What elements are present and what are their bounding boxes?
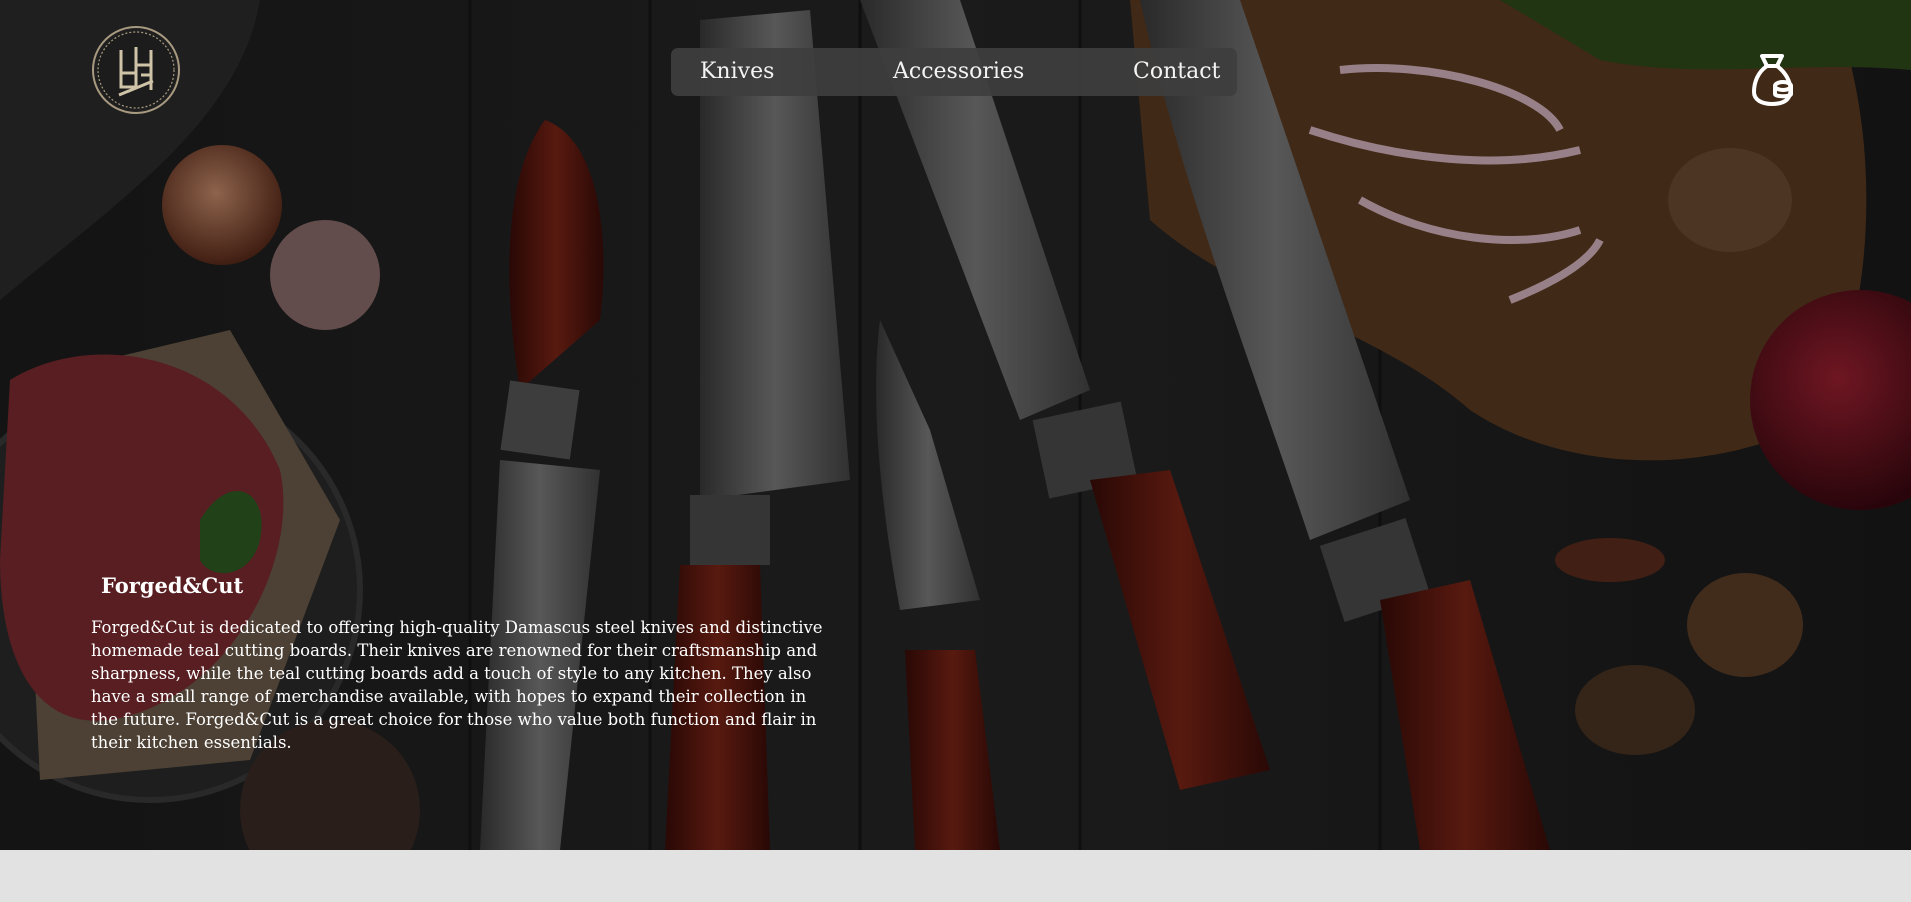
hero-section: Knives Accessories Contact Forged&Cut Fo…: [0, 0, 1911, 850]
nav-item-contact[interactable]: Contact: [1133, 48, 1220, 96]
knot-emblem-logo[interactable]: [91, 25, 181, 115]
page-footer-strip: [0, 850, 1911, 902]
main-nav: Knives Accessories Contact: [671, 48, 1237, 96]
hero-description: Forged&Cut is dedicated to offering high…: [91, 618, 823, 752]
hero-title: Forged&Cut: [101, 573, 244, 598]
nav-item-accessories[interactable]: Accessories: [893, 48, 1024, 96]
nav-item-knives[interactable]: Knives: [700, 48, 774, 96]
shopping-bag-icon[interactable]: [1750, 52, 1794, 106]
